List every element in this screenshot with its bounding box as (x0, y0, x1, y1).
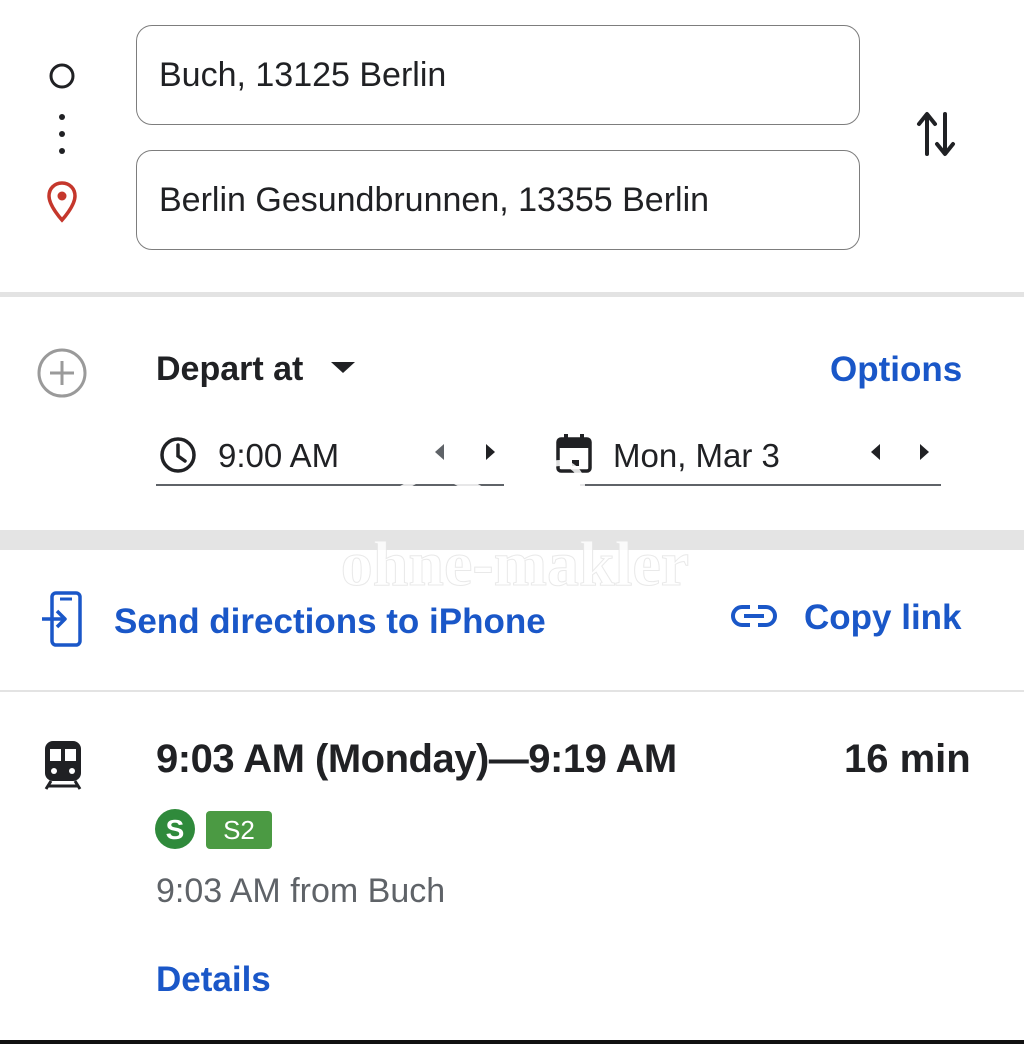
svg-text:S: S (166, 814, 185, 845)
origin-input[interactable] (136, 25, 860, 125)
date-underline (580, 484, 941, 486)
route-duration: 16 min (844, 737, 971, 781)
origin-icon (48, 62, 76, 95)
copy-link-label: Copy link (804, 598, 962, 637)
date-value[interactable]: Mon, Mar 3 (613, 437, 780, 475)
section-divider-thick (0, 530, 1024, 550)
destination-input[interactable] (136, 150, 860, 250)
link-icon (730, 603, 778, 634)
chevron-down-icon (329, 360, 357, 379)
route-dots-icon (58, 113, 66, 163)
clock-icon (158, 435, 198, 480)
route-time-range[interactable]: 9:03 AM (Monday)—9:19 AM (156, 737, 677, 782)
time-value[interactable]: 9:00 AM (218, 437, 339, 475)
time-previous-icon[interactable] (430, 440, 450, 469)
send-to-phone-icon (40, 590, 84, 653)
origin-input-field[interactable] (157, 54, 859, 96)
details-link[interactable]: Details (156, 960, 271, 1000)
send-to-phone-label: Send directions to iPhone (114, 601, 546, 641)
time-next-icon[interactable] (480, 440, 500, 469)
departure-info: 9:03 AM from Buch (156, 872, 446, 910)
section-divider-thin (0, 690, 1024, 692)
add-stop-icon[interactable] (36, 347, 88, 404)
depart-mode-label: Depart at (156, 350, 304, 388)
date-previous-icon[interactable] (866, 440, 886, 469)
calendar-icon (555, 432, 593, 479)
time-underline (156, 484, 504, 486)
copy-link-button[interactable]: Copy link (730, 598, 962, 638)
line-badge: S2 (206, 811, 272, 849)
send-to-phone-button[interactable]: Send directions to iPhone (40, 590, 546, 653)
date-next-icon[interactable] (914, 440, 934, 469)
section-divider (0, 292, 1024, 297)
depart-mode-dropdown[interactable]: Depart at (156, 350, 357, 389)
swap-vertical-icon[interactable] (914, 108, 958, 165)
sbahn-icon: S (154, 808, 196, 855)
train-icon (42, 739, 84, 796)
destination-input-field[interactable] (157, 179, 859, 221)
location-pin-icon (46, 180, 78, 229)
options-button[interactable]: Options (830, 350, 962, 390)
bottom-border (0, 1040, 1024, 1044)
